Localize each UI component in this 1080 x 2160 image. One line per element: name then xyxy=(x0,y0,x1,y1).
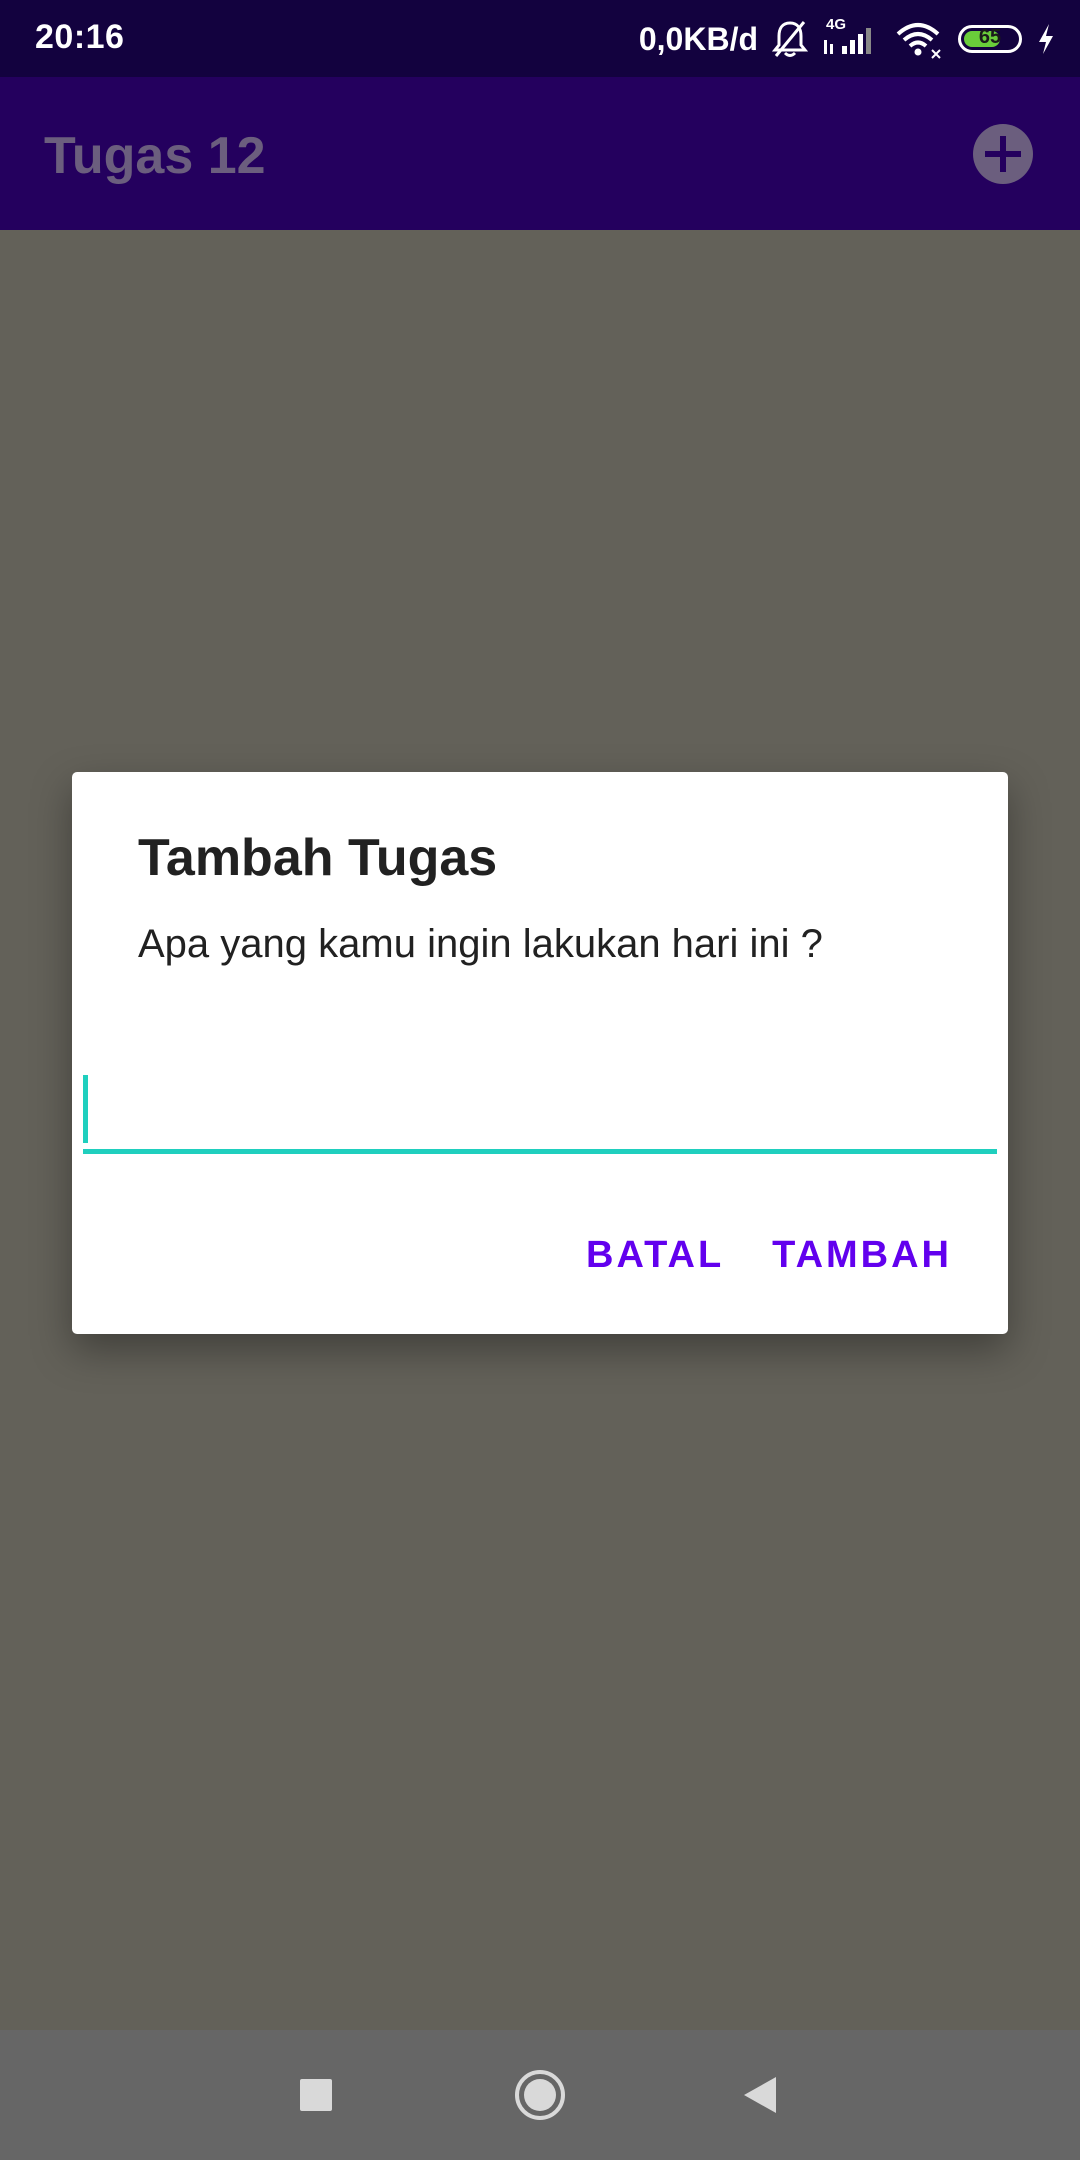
recents-icon[interactable] xyxy=(246,2030,386,2160)
status-time: 20:16 xyxy=(35,18,125,56)
battery-icon: 65 xyxy=(958,25,1022,53)
dialog-actions: BATAL TAMBAH xyxy=(586,1234,952,1277)
add-button[interactable]: TAMBAH xyxy=(772,1234,952,1277)
signal-icon: 4G xyxy=(822,16,880,60)
status-bar: 20:16 0,0KB/d 4G 65 xyxy=(0,0,1080,77)
app-title: Tugas 12 xyxy=(44,127,266,185)
add-task-dialog: Tambah Tugas Apa yang kamu ingin lakukan… xyxy=(72,772,1008,1334)
add-circle-icon[interactable] xyxy=(970,121,1036,187)
bell-off-icon xyxy=(771,18,809,60)
home-icon[interactable] xyxy=(470,2030,610,2160)
task-input[interactable] xyxy=(83,1072,997,1154)
status-icons: 0,0KB/d 4G 65 xyxy=(639,14,1056,64)
dialog-title: Tambah Tugas xyxy=(138,829,498,887)
app-bar: Tugas 12 xyxy=(0,77,1080,230)
back-icon[interactable] xyxy=(690,2030,830,2160)
dialog-message: Apa yang kamu ingin lakukan hari ini ? xyxy=(138,922,823,966)
network-speed: 0,0KB/d xyxy=(638,20,758,57)
text-cursor xyxy=(83,1075,88,1143)
cancel-button[interactable]: BATAL xyxy=(586,1234,724,1277)
charging-icon xyxy=(1036,18,1056,60)
navigation-bar xyxy=(0,2030,1080,2160)
battery-level: 65 xyxy=(978,26,1002,48)
wifi-icon xyxy=(894,18,944,60)
